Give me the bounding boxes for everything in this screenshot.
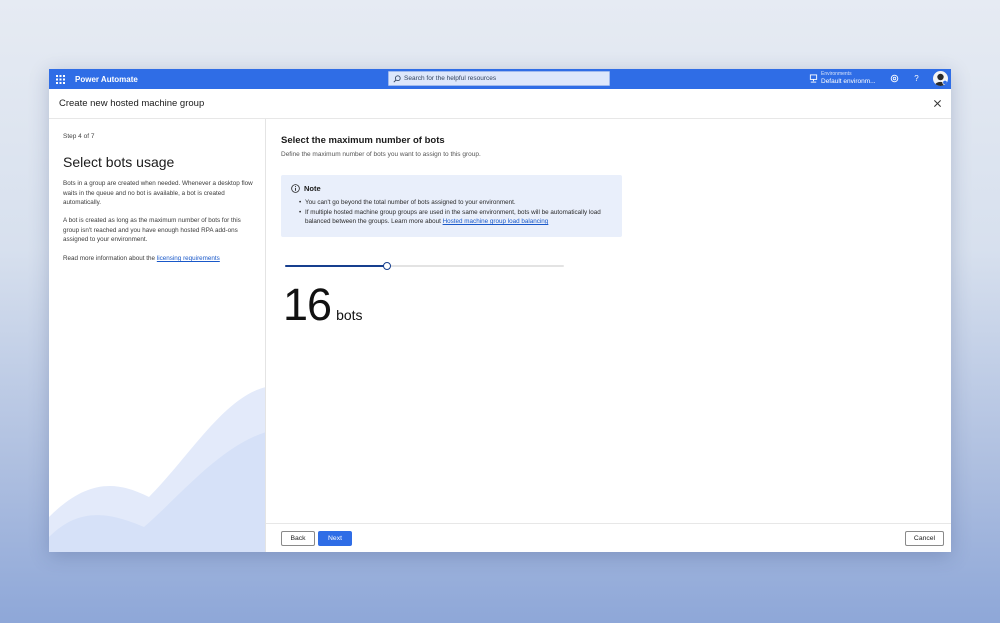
slider-thumb[interactable] [382, 262, 391, 270]
licensing-link[interactable]: licensing requirements [157, 255, 220, 262]
environments-label: Environments [821, 71, 852, 77]
left-paragraph-2: A bot is created as long as the maximum … [63, 217, 241, 244]
left-paragraph-1: Bots in a group are created when needed.… [63, 180, 253, 207]
bots-slider[interactable] [285, 261, 564, 271]
note-bullet-2: If multiple hosted machine group groups … [299, 208, 612, 227]
search-box[interactable]: Search for the helpful resources [388, 71, 610, 86]
slider-fill [285, 265, 387, 267]
dialog-body: Step 4 of 7 Select bots usage Bots in a … [49, 119, 951, 552]
close-icon[interactable] [933, 99, 942, 108]
step-indicator: Step 4 of 7 [63, 133, 95, 140]
waffle-icon[interactable] [49, 69, 71, 89]
bots-count: 16 bots [283, 279, 363, 331]
note-box: Note You can't go beyond the total numbe… [281, 175, 622, 237]
info-icon [291, 184, 300, 193]
bots-unit: bots [336, 307, 363, 323]
dialog-title: Create new hosted machine group [59, 98, 205, 109]
left-heading: Select bots usage [63, 154, 175, 170]
decorative-wave [49, 387, 265, 552]
avatar[interactable] [933, 71, 948, 86]
environment-value: Default environm... [821, 78, 876, 85]
left-paragraph-3: Read more information about the licensin… [63, 254, 255, 264]
app-window: Power Automate Search for the helpful re… [49, 69, 951, 552]
cancel-button[interactable]: Cancel [905, 531, 944, 546]
main-pane: Select the maximum number of bots Define… [266, 119, 951, 552]
next-button[interactable]: Next [318, 531, 352, 546]
environment-picker[interactable]: Environments Default environm... [809, 71, 876, 85]
section-title: Select the maximum number of bots [281, 135, 445, 146]
note-title: Note [304, 184, 321, 193]
top-bar: Power Automate Search for the helpful re… [49, 69, 951, 89]
section-description: Define the maximum number of bots you wa… [281, 151, 481, 158]
left-info-pane: Step 4 of 7 Select bots usage Bots in a … [49, 119, 266, 552]
note-bullet-1: You can't go beyond the total number of … [299, 198, 612, 208]
licensing-prefix: Read more information about the [63, 255, 157, 262]
load-balancing-link[interactable]: Hosted machine group load balancing [443, 218, 549, 225]
dialog-footer: Back Next Cancel [266, 523, 951, 552]
app-title[interactable]: Power Automate [75, 75, 138, 84]
search-placeholder: Search for the helpful resources [404, 75, 497, 82]
search-icon [393, 74, 401, 83]
question-icon[interactable]: ? [911, 73, 922, 84]
back-button[interactable]: Back [281, 531, 315, 546]
gear-icon[interactable] [889, 73, 900, 84]
dialog-header: Create new hosted machine group [49, 89, 951, 119]
environment-icon [809, 73, 818, 83]
bots-value: 16 [283, 279, 332, 330]
